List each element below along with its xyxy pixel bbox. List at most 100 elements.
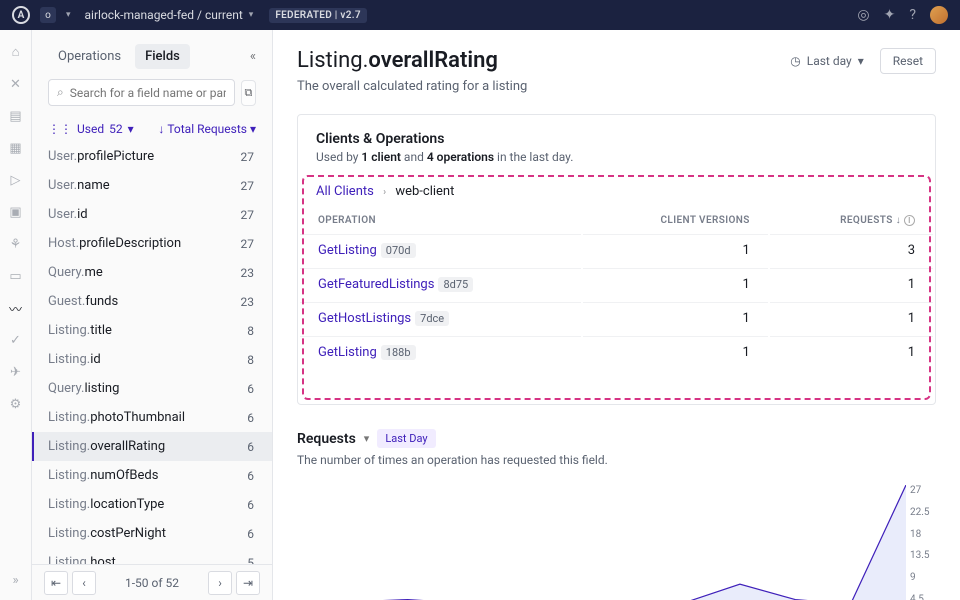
field-row[interactable]: Listing.id8 (32, 345, 272, 374)
field-row[interactable]: Query.me23 (32, 258, 272, 287)
tab-fields[interactable]: Fields (135, 44, 190, 69)
nav-settings-icon[interactable]: ⚙ (8, 396, 24, 412)
breadcrumb-current: web-client (395, 184, 454, 199)
panel-subtitle: Used by 1 client and 4 operations in the… (316, 150, 917, 164)
operation-hash: 070d (381, 243, 416, 258)
field-row[interactable]: Host.profileDescription27 (32, 229, 272, 258)
range-pill[interactable]: Last Day (377, 429, 435, 448)
filter-icon: ⋮⋮ (48, 122, 72, 136)
chevron-down-icon[interactable]: ▾ (364, 432, 370, 445)
breadcrumb-all-clients[interactable]: All Clients (316, 184, 374, 199)
fields-sidebar: Operations Fields « ⌕ ⧉ ⋮⋮ Used 52 ▾ ↓ T… (32, 30, 273, 600)
nav-home-icon[interactable]: ⌂ (8, 44, 24, 60)
nav-expand-icon[interactable]: » (8, 572, 24, 588)
page-title: Listing.overallRating (297, 48, 527, 73)
field-row[interactable]: Listing.numOfBeds6 (32, 461, 272, 490)
section-subtitle: The number of times an operation has req… (297, 453, 936, 467)
field-row[interactable]: Query.listing6 (32, 374, 272, 403)
page-prev-button[interactable]: ‹ (72, 571, 96, 595)
chevron-down-icon: ▾ (66, 10, 71, 20)
field-row[interactable]: User.id27 (32, 200, 272, 229)
operations-table: Operation Client Versions Requests ↓i Ge… (298, 207, 935, 370)
arrow-down-icon: ↓ (158, 122, 164, 136)
clock-icon: ◷ (790, 54, 800, 68)
operation-hash: 8d75 (438, 277, 473, 292)
info-icon[interactable]: i (904, 215, 915, 226)
avatar[interactable] (930, 6, 948, 24)
clients-operations-panel: Clients & Operations Used by 1 client an… (297, 114, 936, 405)
operation-link[interactable]: GetListing (318, 243, 377, 258)
page-info: 1-50 of 52 (98, 576, 206, 590)
field-row[interactable]: Listing.overallRating6 (32, 432, 272, 461)
table-row[interactable]: GetFeaturedListings8d7511 (300, 268, 933, 300)
table-row[interactable]: GetListing070d13 (300, 234, 933, 266)
requests-chart: 2722.51813.594.5 May 14th1:00pm4:00pm7:0… (297, 485, 936, 600)
search-icon: ⌕ (57, 85, 64, 100)
apollo-logo[interactable]: A (12, 6, 30, 24)
nav-launch-icon[interactable]: ✈ (8, 364, 24, 380)
nav-explorer-icon[interactable]: ✕ (8, 76, 24, 92)
page-subtitle: The overall calculated rating for a list… (297, 79, 527, 94)
nav-variants-icon[interactable]: ▭ (8, 268, 24, 284)
field-row[interactable]: Listing.costPerNight6 (32, 519, 272, 548)
operation-link[interactable]: GetHostListings (318, 311, 411, 326)
chevron-down-icon: ▾ (249, 10, 254, 20)
sort-total-requests[interactable]: ↓ Total Requests ▾ (158, 122, 256, 136)
nav-rail: ⌂ ✕ ▤ ▦ ▷ ▣ ⚘ ▭ 〰 ✓ ✈ ⚙ » (0, 30, 32, 600)
chevron-down-icon: ▾ (250, 122, 256, 136)
panel-title: Clients & Operations (316, 131, 917, 147)
page-next-button[interactable]: › (208, 571, 232, 595)
arrow-down-icon: ↓ (896, 215, 901, 226)
page-first-button[interactable]: ⇤ (44, 571, 68, 595)
operation-link[interactable]: GetListing (318, 345, 377, 360)
pager: ⇤ ‹ 1-50 of 52 › ⇥ (32, 564, 272, 600)
nav-insights-icon[interactable]: 〰 (8, 300, 24, 316)
reset-button[interactable]: Reset (880, 48, 936, 74)
col-operation[interactable]: Operation (300, 209, 581, 232)
help-icon[interactable]: ? (909, 7, 916, 23)
nav-schema-icon[interactable]: ▤ (8, 108, 24, 124)
operation-hash: 188b (381, 345, 416, 360)
nav-changes-icon[interactable]: ▦ (8, 140, 24, 156)
visibility-icon[interactable]: ◎ (857, 7, 869, 23)
nav-checks-icon[interactable]: ▣ (8, 204, 24, 220)
federated-badge: FEDERATED | v2.7 (269, 8, 367, 23)
table-row[interactable]: GetListing188b11 (300, 336, 933, 368)
field-row[interactable]: Listing.host5 (32, 548, 272, 564)
field-row[interactable]: Listing.photoThumbnail6 (32, 403, 272, 432)
field-list[interactable]: User.profilePicture27User.name27User.id2… (32, 142, 272, 564)
operation-hash: 7dce (415, 311, 449, 326)
col-client-versions[interactable]: Client Versions (583, 209, 767, 232)
field-row[interactable]: Listing.title8 (32, 316, 272, 345)
nav-sandbox-icon[interactable]: ▷ (8, 172, 24, 188)
time-range-selector[interactable]: ◷ Last day ▾ (782, 49, 872, 73)
chevron-right-icon: › (383, 187, 386, 198)
search-input[interactable]: ⌕ (48, 79, 235, 106)
search-field[interactable] (70, 86, 226, 100)
page-last-button[interactable]: ⇥ (236, 571, 260, 595)
announce-icon[interactable]: ✦ (884, 7, 896, 23)
table-row[interactable]: GetHostListings7dce11 (300, 302, 933, 334)
breadcrumb: All Clients › web-client (298, 174, 935, 199)
field-row[interactable]: User.profilePicture27 (32, 142, 272, 171)
org-switcher[interactable]: o (40, 7, 56, 23)
nav-check-icon[interactable]: ✓ (8, 332, 24, 348)
operation-link[interactable]: GetFeaturedListings (318, 277, 434, 292)
collapse-sidebar-icon[interactable]: « (250, 49, 256, 64)
locate-button[interactable]: ⧉ (241, 80, 256, 106)
graph-breadcrumb[interactable]: airlock-managed-fed / current (85, 8, 243, 22)
chevron-down-icon: ▾ (858, 54, 864, 68)
topbar: A o ▾ airlock-managed-fed / current ▾ FE… (0, 0, 960, 30)
col-requests[interactable]: Requests ↓i (770, 209, 933, 232)
requests-section: Requests ▾ Last Day The number of times … (297, 429, 936, 600)
main-content: Listing.overallRating The overall calcul… (273, 30, 960, 600)
chevron-down-icon: ▾ (128, 122, 134, 136)
nav-clients-icon[interactable]: ⚘ (8, 236, 24, 252)
filter-used[interactable]: ⋮⋮ Used 52 ▾ (48, 122, 134, 136)
section-title: Requests (297, 431, 356, 447)
field-row[interactable]: Guest.funds23 (32, 287, 272, 316)
field-row[interactable]: User.name27 (32, 171, 272, 200)
tab-operations[interactable]: Operations (48, 44, 131, 69)
field-row[interactable]: Listing.locationType6 (32, 490, 272, 519)
chart-svg (297, 485, 906, 600)
